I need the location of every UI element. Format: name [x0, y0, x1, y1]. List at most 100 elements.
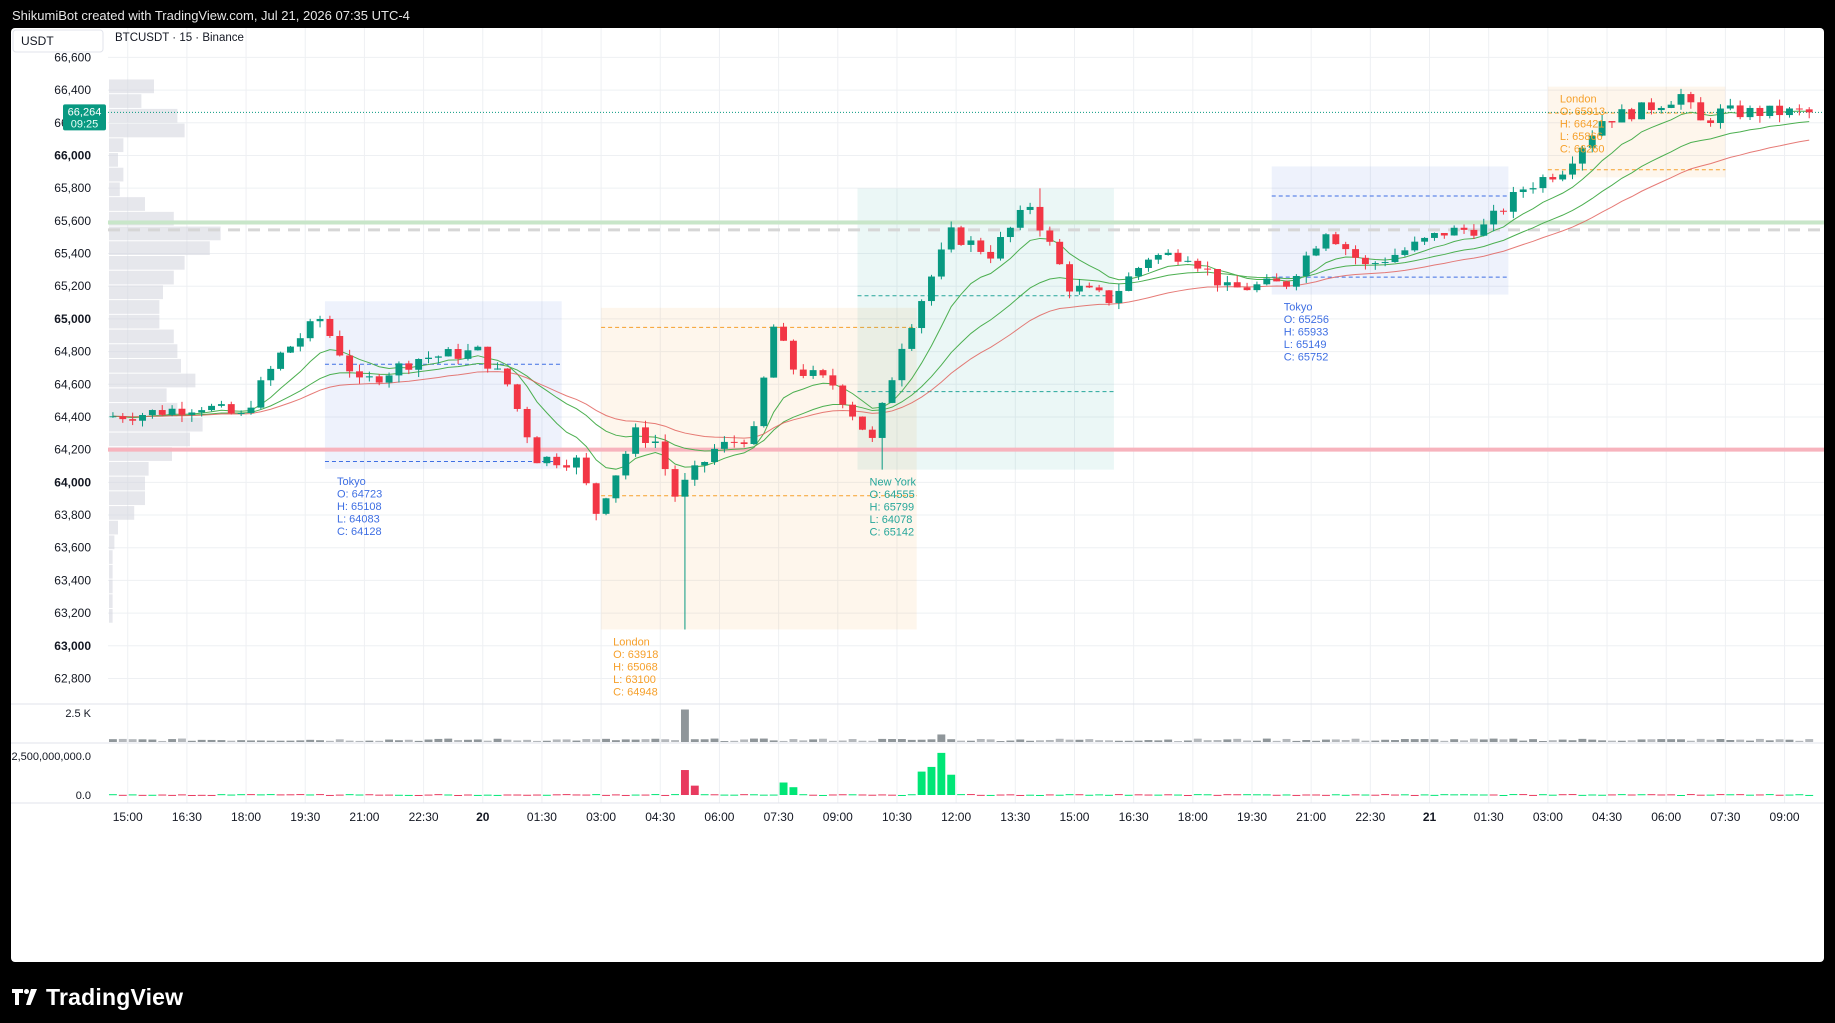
volume-bar: [1174, 741, 1182, 742]
delta-bar: [1479, 794, 1488, 796]
candle-body: [947, 227, 955, 250]
candle-body: [1697, 102, 1705, 121]
delta-bar: [868, 794, 877, 796]
delta-bar: [1627, 794, 1636, 796]
candle-body: [296, 338, 304, 347]
delta-bar: [1677, 794, 1685, 796]
candle-body: [681, 479, 689, 497]
candle-body: [937, 249, 945, 277]
volume-pane: 2.5 K: [65, 708, 1814, 742]
volume-bar: [789, 739, 798, 742]
volume-bar: [286, 740, 295, 742]
candle-body: [1332, 234, 1340, 245]
volume-profile-bar: [109, 167, 124, 182]
candle-body: [1125, 276, 1133, 291]
delta-bar: [266, 794, 275, 796]
y-tick-label: 65,800: [54, 181, 91, 195]
candle-body: [454, 349, 462, 359]
delta-bar: [1410, 794, 1419, 796]
volume-bar: [1351, 738, 1360, 742]
volume-bar: [1548, 740, 1557, 742]
volume-bar: [1243, 740, 1252, 742]
delta-bar: [1746, 794, 1754, 796]
delta-bar: [937, 752, 946, 795]
volume-bar: [345, 740, 354, 742]
delta-bar: [1538, 794, 1547, 796]
x-tick-label: 22:30: [1355, 810, 1385, 824]
candle-body: [543, 456, 551, 464]
delta-bar: [1233, 794, 1242, 796]
delta-bar: [1282, 794, 1291, 796]
delta-bar: [1016, 794, 1025, 796]
x-tick-label: 22:30: [409, 810, 439, 824]
delta-bar: [888, 794, 896, 796]
candle-body: [1667, 104, 1675, 108]
delta-bar: [207, 794, 216, 796]
candle-body: [563, 465, 571, 468]
volume-bar: [927, 739, 936, 742]
session-label-3-3: L: 65149: [1284, 339, 1327, 351]
delta-bar: [562, 794, 571, 796]
delta-bar: [799, 794, 808, 796]
candle-body: [395, 363, 403, 376]
volume-profile-bar: [109, 329, 174, 344]
volume-bar: [710, 738, 719, 742]
candle-body: [1046, 230, 1054, 242]
volume-bar: [266, 740, 275, 742]
delta-bar: [1154, 794, 1163, 796]
candle-body: [1460, 227, 1468, 230]
candle-body: [997, 237, 1004, 259]
candle-body: [1016, 209, 1024, 228]
delta-bar: [1203, 794, 1212, 796]
y-tick-label: 66,400: [54, 83, 91, 97]
delta-bar: [493, 794, 502, 796]
volume-profile-bar: [109, 358, 181, 373]
delta-bar: [1400, 794, 1409, 796]
candle-body: [1194, 260, 1202, 269]
delta-bar: [1598, 794, 1607, 796]
x-tick-label: 20: [476, 810, 490, 824]
volume-bar: [1252, 740, 1261, 742]
volume-bar: [434, 738, 443, 742]
volume-bar: [1469, 738, 1478, 742]
delta-bar: [483, 794, 492, 796]
volume-bar: [1420, 739, 1429, 742]
delta-bar: [730, 794, 739, 796]
volume-bar: [523, 739, 532, 742]
candle-body: [1638, 102, 1646, 120]
candle-body: [1204, 268, 1212, 270]
candle-body: [918, 301, 926, 329]
candle-body: [1509, 192, 1517, 212]
candle-body: [1342, 244, 1350, 250]
session-label-2-4: C: 65142: [870, 527, 915, 539]
delta-bar: [602, 794, 610, 796]
last-price-countdown: 09:25: [71, 118, 99, 130]
candle-body: [1519, 189, 1527, 193]
candle-body: [168, 408, 176, 415]
price-chart[interactable]: TokyoO: 64723H: 65108L: 64083C: 64128Lon…: [11, 28, 1824, 962]
candle-body: [1154, 254, 1162, 260]
session-label-0-0: Tokyo: [337, 476, 366, 488]
candle-body: [1549, 177, 1557, 180]
time-axis: 15:00 16:30 18:00 19:30 21:00 22:30 20 01:30 03:…: [113, 810, 1800, 824]
delta-bar: [1667, 794, 1676, 796]
delta-bar: [1055, 794, 1064, 796]
candle-body: [1401, 250, 1409, 255]
volume-bar: [937, 734, 946, 742]
candle-body: [1786, 108, 1793, 116]
delta-bar: [1608, 794, 1616, 796]
candle-body: [701, 461, 709, 466]
delta-bar: [1164, 794, 1173, 796]
session-label-4-2: H: 66421: [1560, 119, 1605, 131]
tradingview-logo[interactable]: TradingView: [12, 982, 183, 1012]
delta-bar: [1272, 794, 1281, 796]
chart-panel[interactable]: Tokyo O: 64723 H: 65108 L: 64083 C: 64128 Lon…: [11, 28, 1824, 962]
delta-bar: [1795, 794, 1804, 796]
candle-body: [760, 377, 768, 427]
candle-body: [1657, 107, 1665, 111]
candle-body: [1490, 210, 1498, 225]
volume-bar: [641, 739, 650, 742]
volume-bar: [1292, 740, 1301, 742]
volume-bar: [740, 739, 749, 742]
session-label-1-4: C: 64948: [613, 686, 658, 698]
